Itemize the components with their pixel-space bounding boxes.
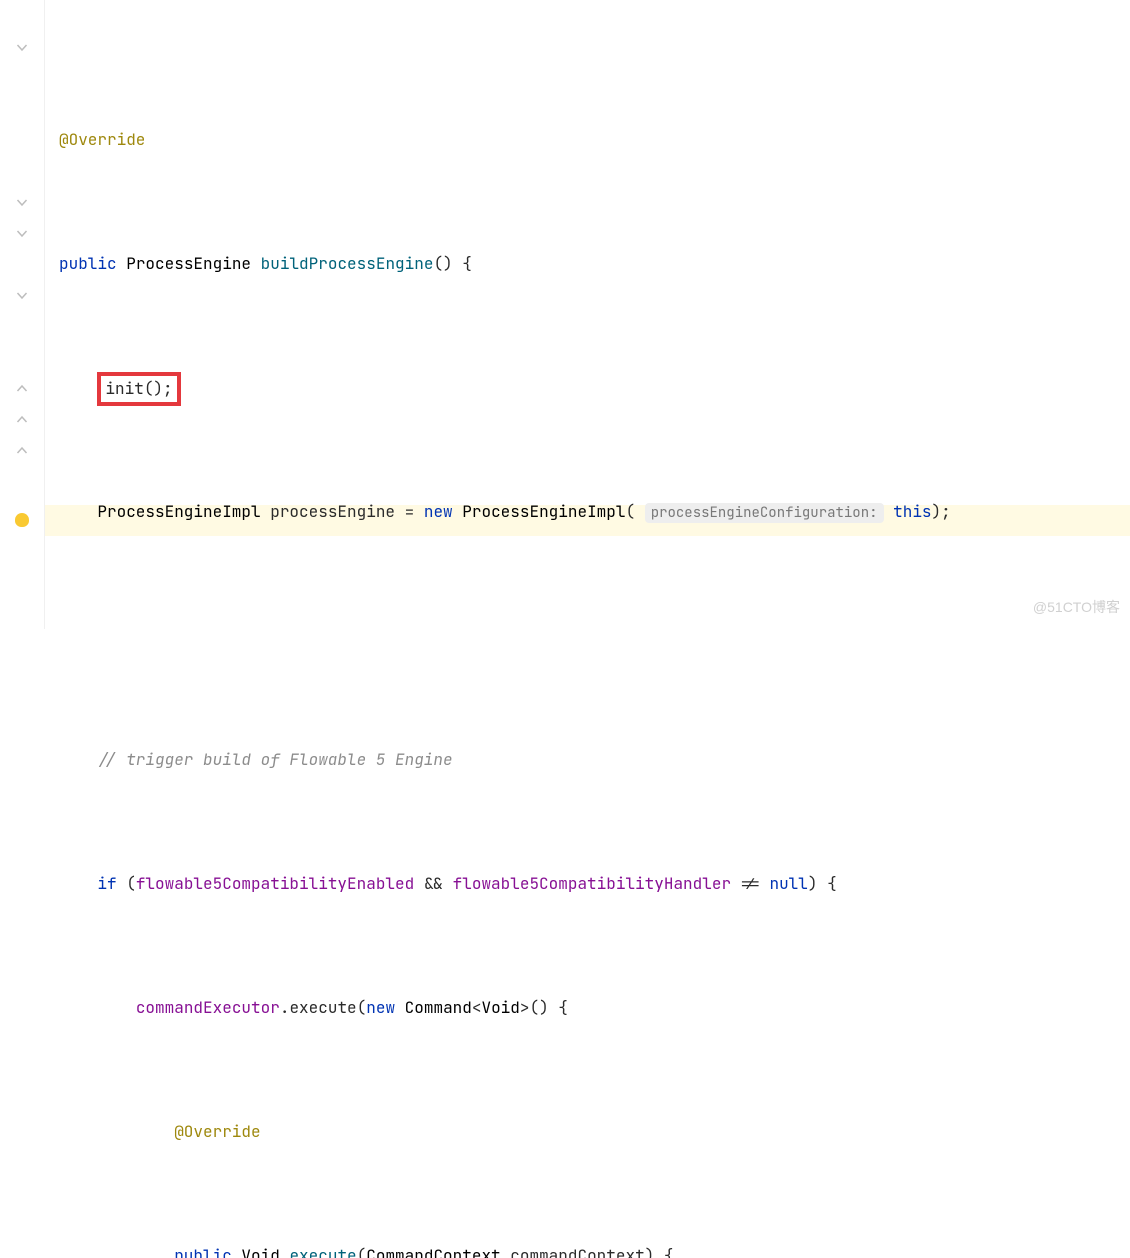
type: CommandContext — [366, 1245, 500, 1258]
fold-icon[interactable] — [16, 41, 29, 54]
fold-icon[interactable] — [16, 196, 29, 209]
code-line: init(); — [59, 372, 1130, 403]
parameter: commandContext — [510, 1245, 644, 1258]
annotation: @Override — [174, 1121, 260, 1142]
operator: != — [741, 873, 760, 894]
type: ProcessEngine — [126, 253, 251, 274]
keyword-this: this — [893, 501, 931, 522]
type: Void — [241, 1245, 279, 1258]
keyword-if: if — [97, 873, 116, 894]
lightbulb-icon[interactable] — [15, 513, 29, 527]
field-ref: flowable5CompatibilityHandler — [453, 873, 731, 894]
code-area[interactable]: @Override public ProcessEngine buildProc… — [45, 0, 1130, 629]
code-line: @Override — [59, 124, 1130, 155]
keyword-public: public — [174, 1245, 232, 1258]
keyword-null: null — [769, 873, 807, 894]
variable: processEngine — [270, 501, 395, 522]
type: ProcessEngineImpl — [462, 501, 625, 522]
fold-up-icon[interactable] — [16, 382, 29, 395]
operator: && — [424, 873, 443, 894]
method-name: buildProcessEngine — [261, 253, 434, 274]
highlighted-call: init(); — [97, 372, 180, 406]
field-ref: commandExecutor — [136, 997, 280, 1018]
annotation: @Override — [59, 129, 145, 150]
code-line: // trigger build of Flowable 5 Engine — [59, 744, 1130, 775]
gutter — [0, 0, 45, 629]
code-line: public ProcessEngine buildProcessEngine(… — [59, 248, 1130, 279]
method-call: execute — [289, 997, 356, 1018]
keyword-public: public — [59, 253, 117, 274]
code-line: @Override — [59, 1116, 1130, 1147]
parameter-hint: processEngineConfiguration: — [645, 503, 884, 523]
fold-icon[interactable] — [16, 289, 29, 302]
fold-up-icon[interactable] — [16, 444, 29, 457]
code-line: public Void execute(CommandContext comma… — [59, 1240, 1130, 1258]
keyword-new: new — [424, 501, 453, 522]
method-call: init — [105, 378, 143, 399]
type: ProcessEngineImpl — [97, 501, 260, 522]
keyword-new: new — [366, 997, 395, 1018]
field-ref: flowable5CompatibilityEnabled — [136, 873, 414, 894]
watermark: @51CTO博客 — [1033, 592, 1120, 623]
fold-icon[interactable] — [16, 227, 29, 240]
type: Command — [405, 997, 472, 1018]
code-line: commandExecutor.execute(new Command<Void… — [59, 992, 1130, 1023]
comment: // trigger build of Flowable 5 Engine — [97, 749, 452, 770]
type: Void — [481, 997, 519, 1018]
code-line — [59, 620, 1130, 651]
method-name: execute — [289, 1245, 356, 1258]
code-editor: @Override public ProcessEngine buildProc… — [0, 0, 1130, 629]
fold-up-icon[interactable] — [16, 413, 29, 426]
code-line: if (flowable5CompatibilityEnabled && flo… — [59, 868, 1130, 899]
